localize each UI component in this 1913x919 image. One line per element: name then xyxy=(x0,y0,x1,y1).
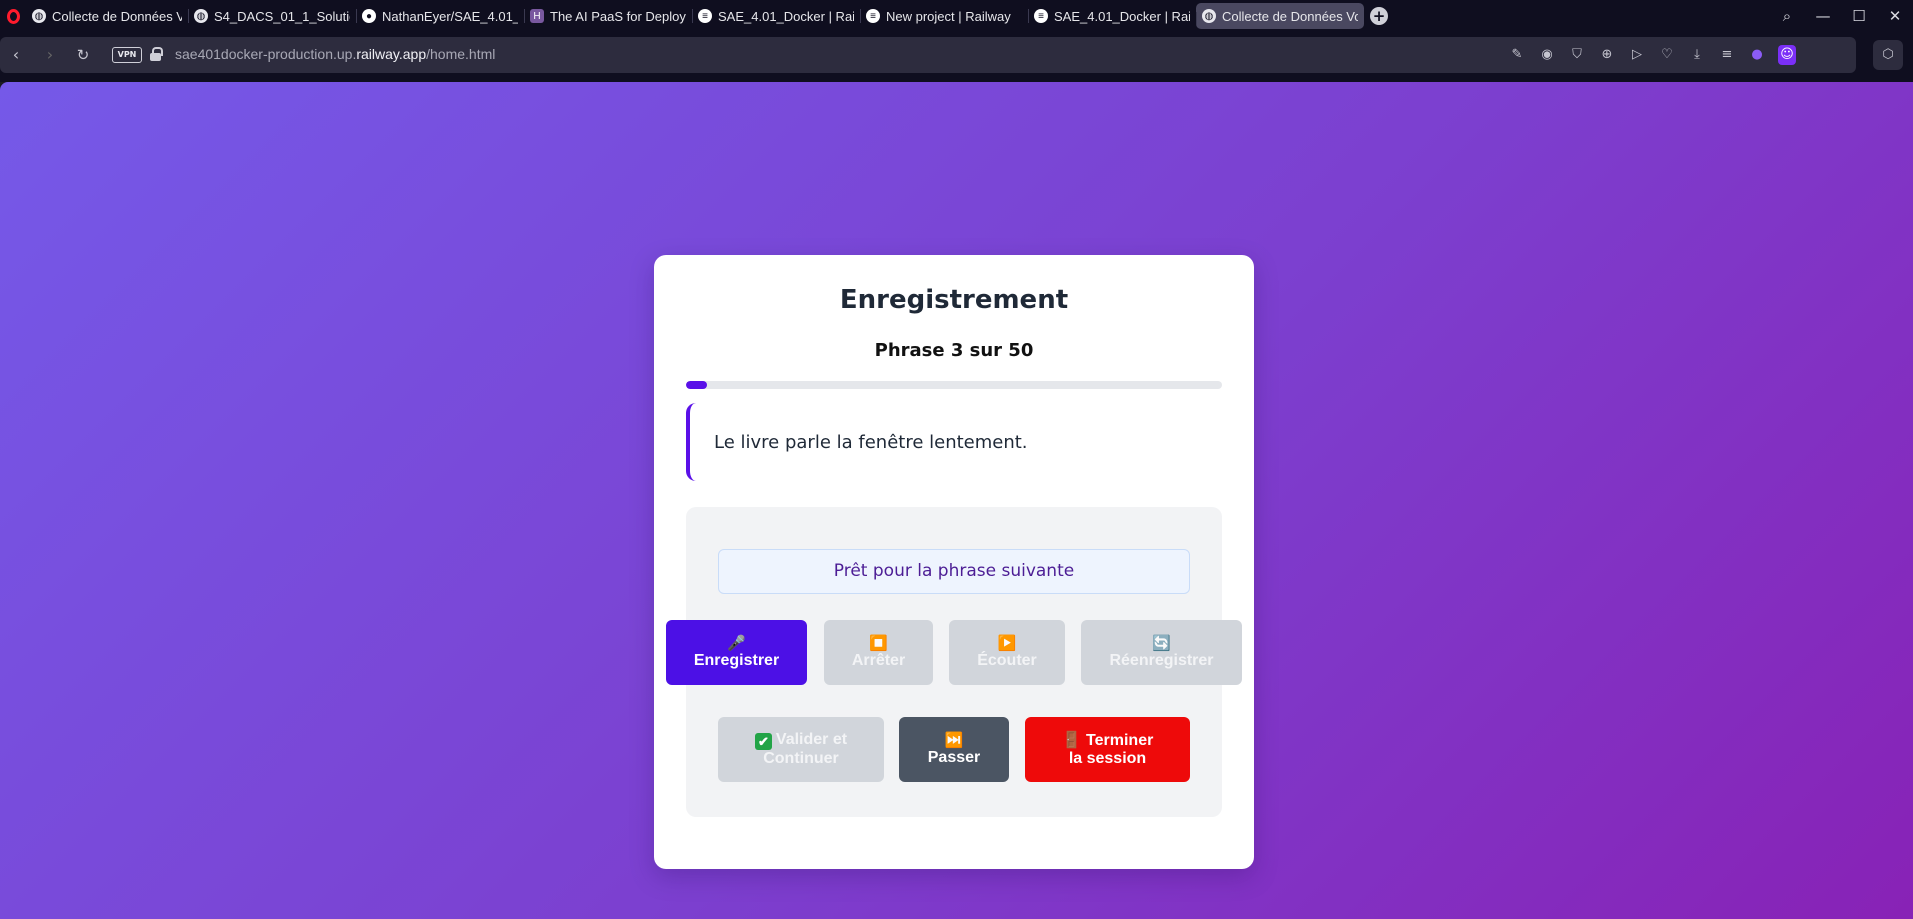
stop-label: Arrêter xyxy=(851,651,906,669)
skip-button[interactable]: ⏭️ Passer xyxy=(899,717,1009,782)
skip-icon: ⏭️ xyxy=(944,731,964,749)
recording-card: Enregistrement Phrase 3 sur 50 Le livre … xyxy=(654,255,1254,869)
stop-button[interactable]: ⏹️ Arrêter xyxy=(824,620,933,685)
tab-title: The AI PaaS for Deployi xyxy=(550,8,686,24)
validate-label-line2: Continuer xyxy=(763,750,839,767)
maximize-icon[interactable]: ☐ xyxy=(1841,7,1877,25)
rerecord-label: Réenregistrer xyxy=(1109,651,1214,669)
browser-tab[interactable]: ◍ Collecte de Données Vo xyxy=(26,0,188,32)
tab-title: NathanEyer/SAE_4.01_D xyxy=(382,8,518,24)
tab-title: SAE_4.01_Docker | Railw xyxy=(1054,8,1190,24)
url-prefix: sae401docker-production.up. xyxy=(175,46,357,62)
shield-icon[interactable]: ⛉ xyxy=(1568,45,1586,65)
tab-title: SAE_4.01_Docker | Railw xyxy=(718,8,854,24)
stop-icon: ⏹️ xyxy=(869,634,888,652)
globe-icon: ◍ xyxy=(194,9,208,23)
address-bar: ‹ › ↻ VPN sae401docker-production.up.rai… xyxy=(0,32,1913,82)
heroku-icon: H xyxy=(530,9,544,23)
door-icon: 🚪 xyxy=(1061,731,1082,749)
record-label: Enregistrer xyxy=(693,651,780,669)
repeat-icon: 🔄 xyxy=(1152,634,1171,652)
minimize-icon[interactable]: — xyxy=(1805,7,1841,25)
reload-icon[interactable]: ↻ xyxy=(73,45,93,65)
progress-bar xyxy=(686,381,1222,389)
check-icon: ✔ xyxy=(754,733,772,750)
validate-label-text: Valider et xyxy=(775,731,848,748)
browser-tab[interactable]: ◍ S4_DACS_01_1_Solution xyxy=(188,0,356,32)
skip-label: Passer xyxy=(927,748,981,766)
download-icon[interactable]: ⤓ xyxy=(1688,45,1706,65)
listen-button[interactable]: ▶️ Écouter xyxy=(949,620,1065,685)
end-label-text: Terminer xyxy=(1086,731,1154,749)
railway-icon: ≡ xyxy=(1034,9,1048,23)
url-host: railway.app xyxy=(356,46,427,62)
end-session-button[interactable]: 🚪 Terminer la session xyxy=(1025,717,1190,782)
play-icon: ▶️ xyxy=(997,634,1017,652)
url-text[interactable]: sae401docker-production.up.railway.app/h… xyxy=(175,46,495,62)
railway-icon: ≡ xyxy=(698,9,712,23)
search-tabs-icon[interactable]: ⌕ xyxy=(1769,7,1805,25)
opera-menu-icon[interactable] xyxy=(0,0,26,32)
globe-icon: ◍ xyxy=(32,9,46,23)
tab-bar: ◍ Collecte de Données Vo ◍ S4_DACS_01_1_Sol… xyxy=(0,0,1913,32)
aria-icon[interactable]: ● xyxy=(1748,45,1766,65)
toolbar-icons: ✎ ◉ ⛉ ⊕ ▷ ♡ ⤓ ≡ ● ☺ xyxy=(1508,45,1796,65)
validate-continue-button[interactable]: ✔ Valider et Continuer xyxy=(718,717,884,782)
end-label-line1: 🚪 Terminer xyxy=(1062,732,1154,750)
tab-strip: ◍ Collecte de Données Vo ◍ S4_DACS_01_1_Sol… xyxy=(26,0,1364,32)
vpn-globe-icon[interactable]: ⊕ xyxy=(1598,45,1616,65)
browser-tab[interactable]: ◍ Collecte de Données Vo xyxy=(1196,3,1364,29)
tab-title: Collecte de Données Vo xyxy=(52,8,182,24)
lock-icon[interactable] xyxy=(150,47,163,61)
progress-fill xyxy=(686,381,708,389)
tab-title: New project | Railway xyxy=(886,8,1011,24)
window-controls: ⌕ — ☐ ✕ xyxy=(1769,0,1913,32)
railway-icon: ≡ xyxy=(866,9,880,23)
browser-tab[interactable]: ≡ New project | Railway xyxy=(860,0,1028,32)
back-icon[interactable]: ‹ xyxy=(6,45,26,65)
page-title: Enregistrement xyxy=(839,285,1069,315)
url-box: ‹ › ↻ VPN sae401docker-production.up.rai… xyxy=(0,37,1856,73)
player-icon[interactable]: ▷ xyxy=(1628,45,1646,65)
validate-label-line1: ✔ Valider et xyxy=(754,731,848,750)
easy-setup-icon[interactable]: ≡ xyxy=(1718,45,1736,65)
browser-tab[interactable]: ≡ SAE_4.01_Docker | Railw xyxy=(1028,0,1196,32)
browser-tab[interactable]: ≡ SAE_4.01_Docker | Railw xyxy=(692,0,860,32)
profile-icon[interactable]: ☺ xyxy=(1778,45,1796,65)
extensions-icon[interactable]: ⬡ xyxy=(1873,40,1903,70)
forward-icon[interactable]: › xyxy=(40,45,60,65)
github-icon: ● xyxy=(362,9,376,23)
new-tab-button[interactable]: + xyxy=(1370,7,1388,25)
sentence-text: Le livre parle la fenêtre lentement. xyxy=(714,431,1028,453)
listen-label: Écouter xyxy=(977,651,1037,669)
status-message: Prêt pour la phrase suivante xyxy=(718,549,1190,594)
end-label-line2: la session xyxy=(1068,749,1147,767)
globe-icon: ◍ xyxy=(1202,9,1216,23)
tab-title: S4_DACS_01_1_Solution xyxy=(214,8,350,24)
camera-icon[interactable]: ◉ xyxy=(1538,45,1556,65)
microphone-icon: 🎤 xyxy=(727,634,746,652)
progress-label: Phrase 3 sur 50 xyxy=(874,340,1034,361)
browser-tab[interactable]: ● NathanEyer/SAE_4.01_D xyxy=(356,0,524,32)
sentence-box: Le livre parle la fenêtre lentement. xyxy=(686,403,1222,481)
heart-icon[interactable]: ♡ xyxy=(1658,45,1676,65)
page-viewport: Enregistrement Phrase 3 sur 50 Le livre … xyxy=(0,82,1913,919)
browser-tab[interactable]: H The AI PaaS for Deployi xyxy=(524,0,692,32)
vpn-badge[interactable]: VPN xyxy=(112,47,142,63)
tab-title: Collecte de Données Vo xyxy=(1222,8,1358,24)
record-button[interactable]: 🎤 Enregistrer xyxy=(666,620,807,685)
snap-edit-icon[interactable]: ✎ xyxy=(1508,45,1526,65)
close-window-icon[interactable]: ✕ xyxy=(1877,7,1913,25)
rerecord-button[interactable]: 🔄 Réenregistrer xyxy=(1081,620,1242,685)
url-path: /home.html xyxy=(426,46,496,62)
